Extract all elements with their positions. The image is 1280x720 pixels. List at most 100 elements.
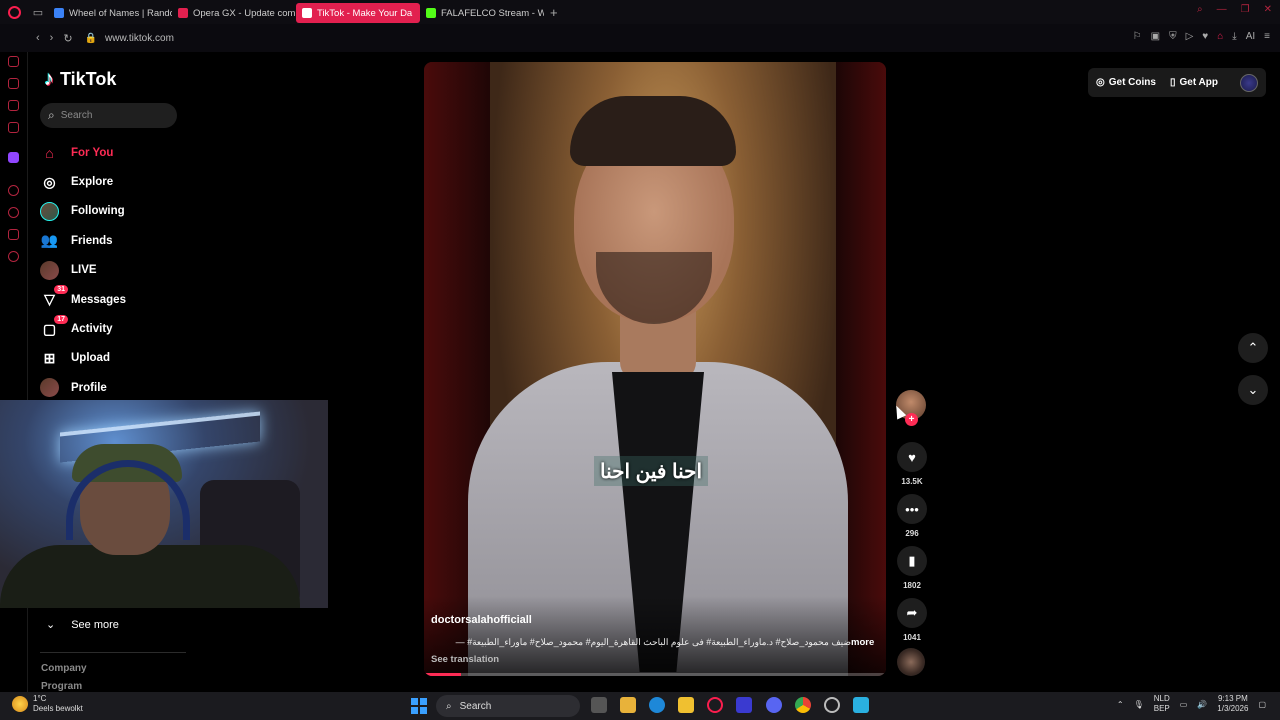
gx-cleaner-icon[interactable]: [8, 78, 19, 89]
comment-action[interactable]: ••• 296: [896, 494, 928, 538]
browser-tab[interactable]: TikTok - Make Your Da: [296, 3, 420, 23]
previous-video-button[interactable]: ⌃: [1238, 333, 1268, 363]
get-app-button[interactable]: ▯ Get App: [1170, 77, 1218, 88]
close-window-icon[interactable]: ✕: [1264, 4, 1272, 15]
download-icon[interactable]: ⤓: [1232, 31, 1236, 42]
file-explorer-icon[interactable]: [620, 697, 636, 713]
bag-icon[interactable]: ⌂: [1217, 31, 1223, 42]
lock-icon[interactable]: 🔒: [85, 33, 97, 44]
gx-game-icon[interactable]: [8, 122, 19, 133]
see-translation-link[interactable]: See translation: [431, 654, 499, 665]
comment-count: 296: [905, 529, 919, 538]
store-icon[interactable]: [678, 697, 694, 713]
search-tabs-icon[interactable]: ⌕: [1197, 4, 1203, 15]
discord-icon[interactable]: [766, 697, 782, 713]
settings-icon[interactable]: [8, 251, 19, 262]
profile-avatar[interactable]: [1240, 73, 1258, 92]
browser-tab[interactable]: FALAFELCO Stream - Wat: [420, 3, 544, 23]
pinboard-icon[interactable]: [8, 229, 19, 240]
nav-item-activity[interactable]: ▢ 17 Activity: [40, 314, 200, 343]
edge-icon[interactable]: [649, 697, 665, 713]
browser-tabbar: ▭ Wheel of Names | Random Opera GX - Upda…: [0, 0, 1280, 24]
tab-favicon-icon: [178, 8, 188, 18]
video-author[interactable]: doctorsalahofficiall: [431, 614, 532, 626]
settings-app-icon[interactable]: [824, 697, 840, 713]
nav-item-following[interactable]: Following: [40, 197, 200, 226]
nav-item-for-you[interactable]: ⌂ For You: [40, 138, 200, 167]
player-icon[interactable]: [8, 185, 19, 196]
history-icon[interactable]: [8, 207, 19, 218]
tab-menu-icon[interactable]: ▭: [28, 0, 48, 24]
like-action[interactable]: ♥ 13.5K: [896, 442, 928, 486]
weather-temp: 1°C: [33, 694, 47, 703]
reload-icon[interactable]: ↻: [63, 32, 72, 45]
nav-item-explore[interactable]: ◎ Explore: [40, 167, 200, 196]
snapshot-icon[interactable]: ▣: [1151, 31, 1160, 42]
shield-icon[interactable]: ⛨: [1169, 31, 1177, 42]
menu-icon[interactable]: ≡: [1264, 31, 1270, 42]
network-icon[interactable]: ▭: [1180, 700, 1188, 709]
taskbar-search[interactable]: ⌕ Search: [436, 695, 580, 717]
forward-icon[interactable]: ›: [50, 32, 54, 45]
back-icon[interactable]: ‹: [36, 32, 40, 45]
bookmark-icon[interactable]: ▮: [897, 546, 927, 576]
more-link[interactable]: more: [851, 637, 874, 648]
heart-icon[interactable]: ♥: [1202, 31, 1208, 42]
see-more-button[interactable]: ⌄ See more: [46, 618, 119, 632]
clock[interactable]: 9:13 PM 1/3/2026: [1217, 694, 1248, 714]
share-icon[interactable]: ➦: [897, 598, 927, 628]
nav-item-profile[interactable]: Profile: [40, 373, 200, 402]
notification-icon[interactable]: ▢: [1258, 700, 1266, 709]
tiktok-logo[interactable]: ♪ TikTok: [44, 68, 116, 91]
bookmark-icon[interactable]: ⚐: [1133, 31, 1142, 42]
new-tab-icon[interactable]: +: [550, 5, 558, 20]
browser-tab[interactable]: Opera GX - Update comp: [172, 3, 296, 23]
url-field[interactable]: www.tiktok.com: [105, 33, 174, 44]
nav-item-upload[interactable]: ⊞ Upload: [40, 344, 200, 373]
search-input[interactable]: ⌕ Search: [40, 103, 177, 128]
app-icon[interactable]: [736, 697, 752, 713]
nav-item-live[interactable]: LIVE: [40, 256, 200, 285]
share-action[interactable]: ➦ 1041: [896, 598, 928, 642]
save-action[interactable]: ▮ 1802: [896, 546, 928, 590]
video-description: ضيف محمود_صلاح# د.ماوراء_الطبيعة# فى علو…: [455, 637, 851, 647]
get-coins-button[interactable]: ◎ Get Coins: [1096, 77, 1156, 88]
chevron-down-icon: ⌄: [1247, 382, 1259, 397]
restore-icon[interactable]: ❐: [1241, 4, 1250, 15]
nav-item-friends[interactable]: 👥 Friends: [40, 226, 200, 255]
video-progress-bar[interactable]: [424, 673, 886, 676]
browser-tab[interactable]: Wheel of Names | Random: [48, 3, 172, 23]
windows-start-icon[interactable]: [411, 698, 427, 714]
search-icon: ⌕: [446, 700, 452, 712]
mic-icon[interactable]: 🎙: [1134, 700, 1144, 709]
chevron-up-icon[interactable]: ⌃: [1117, 700, 1124, 709]
twitch-icon[interactable]: [8, 152, 19, 163]
chrome-icon[interactable]: [795, 697, 811, 713]
opera-gx-logo-icon[interactable]: [0, 0, 28, 24]
chevron-down-icon: ⌄: [46, 619, 56, 631]
notification-badge: 31: [54, 285, 68, 295]
window-controls: ⌕ — ❐ ✕: [1197, 4, 1272, 15]
follow-plus-icon[interactable]: +: [905, 413, 918, 426]
video-player[interactable]: احنا فين احنا doctorsalahofficiall ضيف م…: [424, 62, 886, 676]
minimize-icon[interactable]: —: [1217, 4, 1227, 15]
nav-item-messages[interactable]: ▽ 31 Messages: [40, 285, 200, 314]
language-indicator[interactable]: NLD BEP: [1154, 694, 1170, 714]
weather-widget[interactable]: 1°C Deels bewolkt: [12, 694, 83, 714]
heart-icon[interactable]: ♥: [897, 442, 927, 472]
play-icon[interactable]: ▷: [1186, 31, 1194, 42]
gx-control-icon[interactable]: [8, 56, 19, 67]
ai-button[interactable]: AI: [1246, 31, 1255, 42]
task-view-icon[interactable]: [591, 697, 607, 713]
comment-icon[interactable]: •••: [897, 494, 927, 524]
volume-icon[interactable]: 🔊: [1197, 700, 1207, 709]
app-icon-2[interactable]: [853, 697, 869, 713]
home-icon: ⌂: [45, 144, 54, 161]
opera-gx-taskbar-icon[interactable]: [707, 697, 723, 713]
next-video-button[interactable]: ⌄: [1238, 375, 1268, 405]
gx-corner-icon[interactable]: [8, 100, 19, 111]
footer-link-company[interactable]: Company: [41, 663, 87, 674]
upload-icon: ⊞: [43, 349, 56, 366]
music-disc-icon[interactable]: [897, 648, 925, 676]
footer-link-program[interactable]: Program: [41, 681, 82, 692]
